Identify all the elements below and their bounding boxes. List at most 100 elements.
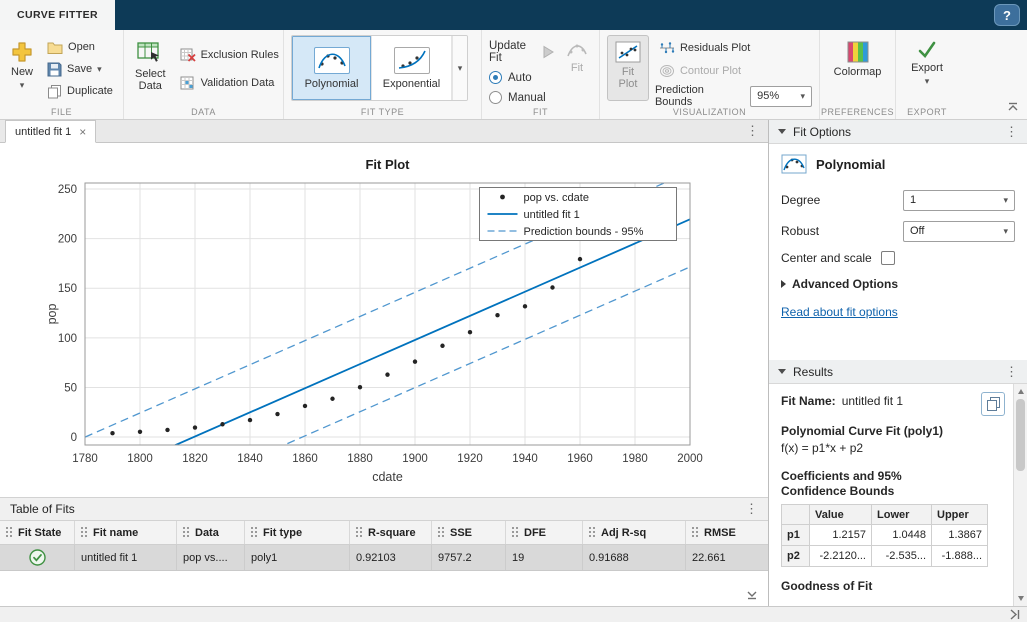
robust-select[interactable]: Off	[903, 221, 1015, 242]
residuals-plot-icon	[659, 41, 675, 55]
fit-type-title: Polynomial	[816, 157, 885, 172]
results-scrollbar[interactable]	[1013, 384, 1027, 606]
new-plus-icon	[11, 41, 33, 63]
help-button[interactable]: ?	[994, 4, 1020, 26]
column-grip-icon	[589, 527, 596, 538]
coef-header-blank	[782, 505, 810, 525]
results-menu-icon[interactable]	[1005, 364, 1018, 380]
save-label: Save	[67, 63, 92, 75]
fit-type-polynomial-button[interactable]: Polynomial	[292, 36, 372, 100]
export-check-icon	[917, 41, 937, 59]
duplicate-button[interactable]: Duplicate	[43, 81, 117, 101]
ribbon-tab-curve-fitter[interactable]: CURVE FITTER	[0, 0, 115, 30]
select-data-label: Select Data	[135, 68, 166, 92]
collapse-ribbon-icon[interactable]	[1007, 101, 1019, 115]
open-button[interactable]: Open	[43, 37, 117, 57]
robust-value: Off	[910, 225, 924, 237]
prediction-bounds-value: 95%	[757, 90, 779, 102]
ribbon-section-fit: Update Fit Auto Manual Fit FIT	[482, 30, 600, 119]
column-header-r-square[interactable]: R-square	[350, 521, 432, 544]
expand-triangle-icon	[781, 280, 786, 288]
svg-text:1800: 1800	[127, 453, 153, 465]
document-tab-untitled-fit-1[interactable]: untitled fit 1	[5, 120, 96, 143]
model-title: Polynomial Curve Fit (poly1)	[781, 424, 999, 438]
copy-icon	[987, 397, 1000, 411]
validation-data-button[interactable]: Validation Data	[176, 73, 283, 93]
chevron-down-icon	[97, 65, 102, 74]
svg-text:cdate: cdate	[372, 470, 403, 484]
column-header-dfe[interactable]: DFE	[506, 521, 583, 544]
scroll-down-icon[interactable]	[1014, 592, 1027, 605]
colormap-button[interactable]: Colormap	[829, 35, 887, 101]
fit-plot-toggle-button[interactable]: Fit Plot	[607, 35, 649, 101]
fit-options-title: Fit Options	[793, 125, 851, 139]
ribbon-section-fit-type: Polynomial Exponential FIT TYPE	[284, 30, 482, 119]
collapse-table-panel-icon[interactable]	[746, 589, 758, 603]
run-play-icon[interactable]	[540, 44, 556, 60]
table-row[interactable]: untitled fit 1 pop vs.... poly1 0.92103 …	[0, 545, 768, 571]
column-header-fit-state[interactable]: Fit State	[0, 521, 75, 544]
auto-label: Auto	[508, 72, 532, 84]
residuals-plot-button[interactable]: Residuals Plot	[655, 38, 812, 58]
fit-type-exponential-button[interactable]: Exponential	[372, 36, 452, 100]
degree-select[interactable]: 1	[903, 190, 1015, 211]
exclusion-rules-button[interactable]: Exclusion Rules	[176, 45, 283, 65]
fit-plot-area: 1780180018201840186018801900192019401960…	[0, 143, 768, 497]
column-header-fit-type[interactable]: Fit type	[245, 521, 350, 544]
export-button[interactable]: Export	[903, 35, 951, 101]
close-icon[interactable]	[79, 126, 86, 138]
coef-row-p2: p2 -2.2120... -2.535... -1.888...	[782, 546, 988, 567]
svg-text:1960: 1960	[567, 453, 593, 465]
contour-plot-button[interactable]: Contour Plot	[655, 61, 812, 81]
figure-panel-menu-icon[interactable]	[746, 123, 768, 142]
scroll-up-icon[interactable]	[1014, 385, 1027, 398]
scrollbar-thumb[interactable]	[1016, 399, 1025, 471]
right-panel: Fit Options Polynomial Degree 1 Robust	[768, 120, 1027, 606]
fit-options-menu-icon[interactable]	[1005, 124, 1018, 140]
section-label-fit-type: FIT TYPE	[284, 107, 481, 117]
column-grip-icon	[692, 527, 699, 538]
column-grip-icon	[183, 527, 190, 538]
column-header-fit-name[interactable]: Fit name	[75, 521, 177, 544]
expand-panel-icon[interactable]	[1009, 609, 1020, 622]
center-and-scale-checkbox[interactable]	[881, 251, 895, 265]
svg-text:200: 200	[58, 234, 77, 246]
column-header-rmse[interactable]: RMSE	[686, 521, 768, 544]
degree-value: 1	[910, 194, 916, 206]
column-header-sse[interactable]: SSE	[432, 521, 506, 544]
model-equation: f(x) = p1*x + p2	[781, 441, 999, 455]
colormap-label: Colormap	[834, 66, 882, 78]
fit-options-header[interactable]: Fit Options	[769, 120, 1027, 144]
copy-results-button[interactable]	[981, 392, 1005, 416]
coef-row-p1: p1 1.2157 1.0448 1.3867	[782, 525, 988, 546]
new-button[interactable]: New	[7, 35, 37, 101]
table-of-fits-menu-icon[interactable]	[745, 501, 758, 517]
fit-button[interactable]: Fit	[562, 35, 592, 101]
select-data-button[interactable]: Select Data	[131, 35, 170, 101]
robust-label: Robust	[781, 224, 819, 238]
table-of-fits-header: Table of Fits	[0, 497, 768, 521]
column-grip-icon	[6, 527, 13, 538]
figure-panel: untitled fit 1 1780180018201840186018801…	[0, 120, 768, 606]
goodness-of-fit-title: Goodness of Fit	[781, 579, 999, 593]
exponential-label: Exponential	[383, 78, 441, 90]
status-bar	[0, 606, 1027, 622]
fit-type-gallery-expand-button[interactable]	[452, 36, 467, 100]
column-header-adj-r-sq[interactable]: Adj R-sq	[583, 521, 686, 544]
save-button[interactable]: Save	[43, 59, 117, 79]
results-header[interactable]: Results	[769, 360, 1027, 384]
column-header-data[interactable]: Data	[177, 521, 245, 544]
valid-fit-check-icon	[29, 549, 46, 566]
rmse-cell: 22.661	[686, 545, 768, 570]
advanced-options-expander[interactable]: Advanced Options	[781, 277, 1015, 291]
fit-state-cell	[0, 545, 75, 570]
update-fit-label: Update Fit	[489, 40, 533, 64]
auto-radio[interactable]: Auto	[489, 71, 556, 84]
manual-radio[interactable]: Manual	[489, 91, 556, 104]
titlebar: CURVE FITTER ?	[0, 0, 1027, 30]
fit-plot[interactable]: 1780180018201840186018801900192019401960…	[0, 143, 768, 497]
ribbon-section-preferences: Colormap PREFERENCES	[820, 30, 896, 119]
read-about-fit-options-link[interactable]: Read about fit options	[781, 305, 898, 319]
validation-data-icon	[180, 76, 196, 90]
prediction-bounds-select[interactable]: 95%	[750, 86, 812, 107]
